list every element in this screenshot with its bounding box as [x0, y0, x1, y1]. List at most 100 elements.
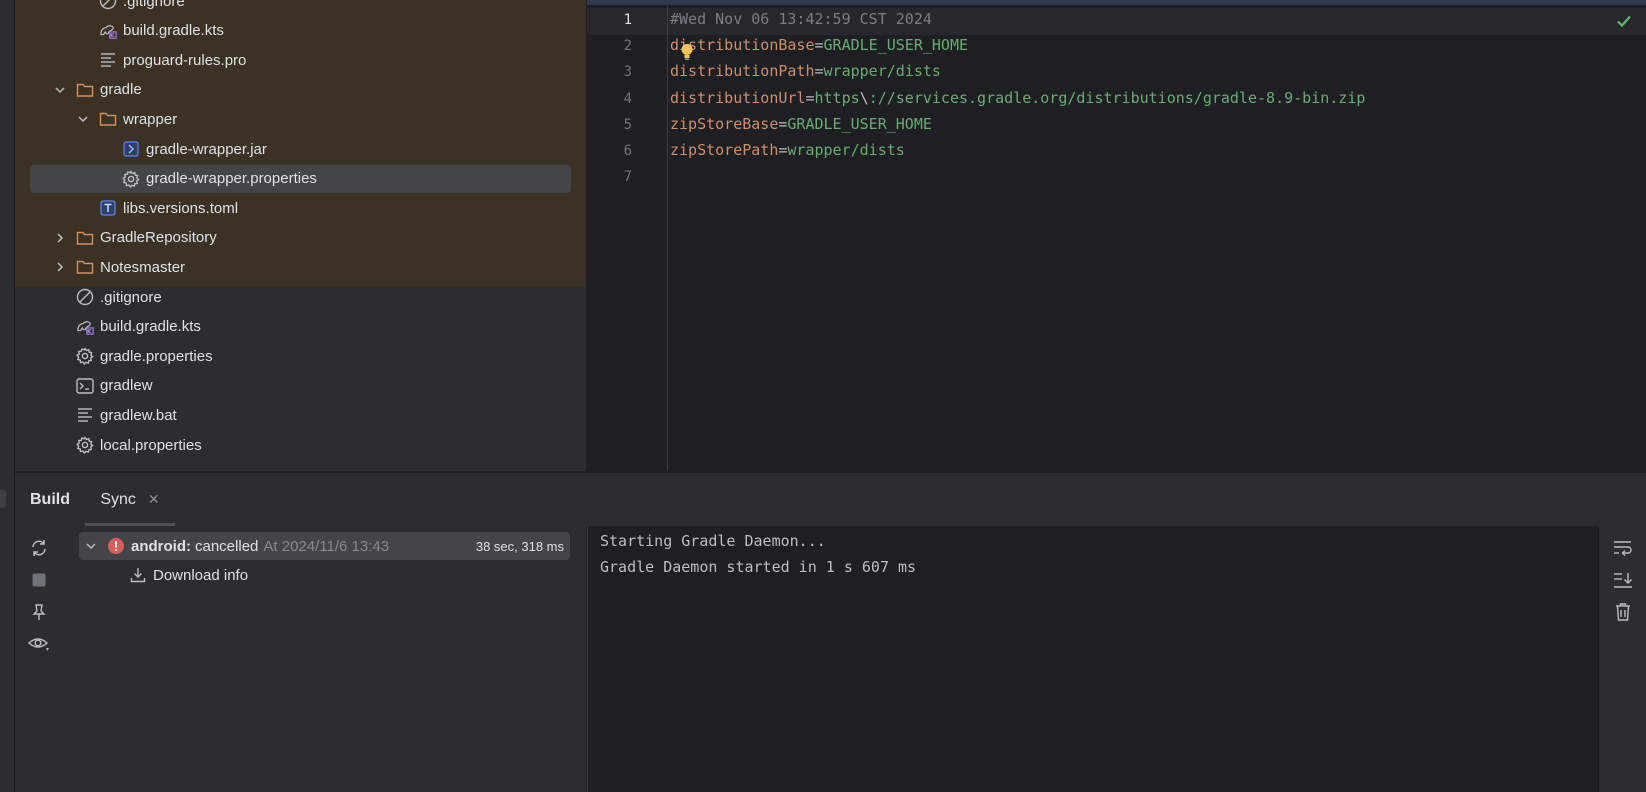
- code-line[interactable]: zipStorePath=wrapper/dists: [670, 141, 905, 159]
- soft-wrap-icon[interactable]: [1611, 536, 1635, 560]
- build-tree[interactable]: android: cancelled At 2024/11/6 13:43 38…: [62, 526, 586, 792]
- error-icon: [107, 537, 125, 555]
- toml-icon: [99, 199, 117, 217]
- line-number: 2: [623, 38, 632, 55]
- download-icon: [129, 566, 147, 584]
- build-duration: 38 sec, 318 ms: [475, 538, 564, 554]
- tree-item[interactable]: libs.versions.toml: [15, 193, 586, 223]
- tree-item[interactable]: proguard-rules.pro: [15, 45, 586, 75]
- tree-item[interactable]: .gitignore: [15, 282, 586, 312]
- line-number: 1: [623, 12, 632, 28]
- tree-item[interactable]: .gitignore: [15, 0, 586, 16]
- sync-icon[interactable]: [27, 536, 51, 560]
- editor-tab-indicator: [587, 0, 1646, 5]
- tree-item-label: proguard-rules.pro: [123, 51, 247, 69]
- text-file-icon: [99, 51, 117, 69]
- folder-icon: [76, 81, 94, 99]
- tree-item[interactable]: local.properties: [15, 430, 586, 460]
- code-line[interactable]: distributionPath=wrapper/dists: [670, 62, 941, 80]
- tree-item-label: gradle-wrapper.jar: [146, 140, 267, 158]
- build-console[interactable]: Starting Gradle Daemon... Gradle Daemon …: [587, 526, 1598, 792]
- property-value: GRADLE_USER_HOME: [823, 36, 969, 55]
- folder-icon: [99, 110, 117, 128]
- tree-item[interactable]: gradle.properties: [15, 341, 586, 371]
- equals-sign: =: [814, 62, 824, 81]
- chevron-right-icon[interactable]: [52, 259, 68, 275]
- eye-icon[interactable]: [27, 632, 51, 656]
- build-root-name: android:: [131, 537, 191, 555]
- tree-item-label: libs.versions.toml: [123, 199, 239, 217]
- tree-item[interactable]: gradlew.bat: [15, 400, 586, 430]
- tree-item-label: wrapper: [123, 110, 178, 128]
- tree-item[interactable]: gradle-wrapper.properties: [15, 164, 586, 194]
- property-key: zipStorePath: [670, 141, 779, 159]
- property-value: ://services.gradle.org/distributions/gra…: [868, 88, 1366, 107]
- scroll-to-end-icon[interactable]: [1611, 568, 1635, 592]
- property-value: https: [814, 88, 860, 107]
- terminal-icon: [76, 377, 94, 395]
- tree-item-label: build.gradle.kts: [100, 318, 201, 336]
- gear-icon: [76, 436, 94, 454]
- chevron-down-icon[interactable]: [83, 538, 99, 554]
- build-tree-child[interactable]: Download info: [79, 561, 570, 589]
- chevron-down-icon[interactable]: [75, 111, 91, 127]
- line-number: 4: [623, 90, 632, 107]
- code-comment: #Wed Nov 06 13:42:59 CST 2024: [670, 10, 932, 28]
- code-editor[interactable]: 1 #Wed Nov 06 13:42:59 CST 2024 2 distribut…: [587, 0, 1646, 471]
- stop-icon[interactable]: [27, 568, 51, 592]
- tree-item[interactable]: gradlew: [15, 371, 586, 401]
- code-line[interactable]: #Wed Nov 06 13:42:59 CST 2024: [670, 10, 932, 28]
- line-number: 3: [623, 64, 632, 81]
- close-icon[interactable]: ✕: [148, 491, 160, 508]
- line-number: 6: [623, 143, 632, 159]
- property-key: zipStoreBase: [670, 114, 779, 133]
- chevron-down-icon[interactable]: [52, 82, 68, 98]
- tree-item[interactable]: wrapper: [15, 104, 586, 134]
- escape-char: \: [859, 88, 869, 107]
- tree-item[interactable]: GradleRepository: [15, 223, 586, 253]
- equals-sign: =: [814, 36, 824, 55]
- tree-item[interactable]: gradle: [15, 75, 586, 105]
- project-tree[interactable]: .gitignore build.gradle.kts proguard-rules…: [15, 0, 586, 471]
- pin-icon[interactable]: [27, 600, 51, 624]
- tree-item-label: gradle: [100, 81, 142, 99]
- property-value: wrapper/dists: [787, 141, 905, 159]
- gutter-divider: [667, 0, 668, 471]
- line-number: 5: [623, 116, 632, 133]
- text-file-icon: [76, 406, 94, 424]
- code-line[interactable]: distributionUrl=https\://services.gradle…: [670, 89, 1365, 107]
- build-tree-root[interactable]: android: cancelled At 2024/11/6 13:43 38…: [79, 532, 570, 560]
- tree-item[interactable]: build.gradle.kts: [15, 312, 586, 342]
- left-tool-strip: [0, 0, 15, 792]
- property-value: GRADLE_USER_HOME: [787, 114, 932, 133]
- tree-item-label: gradlew: [100, 377, 153, 395]
- gear-icon: [122, 169, 140, 188]
- code-line[interactable]: zipStoreBase=GRADLE_USER_HOME: [670, 115, 932, 133]
- build-window-title: Build: [30, 490, 70, 508]
- folder-icon: [76, 258, 94, 276]
- tree-item[interactable]: Notesmaster: [15, 252, 586, 282]
- folder-icon: [76, 229, 94, 247]
- tree-item-label: build.gradle.kts: [123, 22, 224, 40]
- check-icon[interactable]: [1616, 14, 1632, 33]
- lightbulb-icon[interactable]: [680, 43, 694, 66]
- code-line[interactable]: distributionBase=GRADLE_USER_HOME: [670, 36, 968, 54]
- trash-icon[interactable]: [1611, 600, 1635, 624]
- property-value: wrapper/dists: [823, 62, 941, 81]
- chevron-right-icon[interactable]: [52, 230, 68, 246]
- tree-item-label: gradle-wrapper.properties: [146, 170, 317, 188]
- build-toolbar: [15, 526, 62, 792]
- tree-item[interactable]: build.gradle.kts: [15, 16, 586, 46]
- tool-strip-marker[interactable]: [0, 490, 6, 508]
- tree-item[interactable]: gradle-wrapper.jar: [15, 134, 586, 164]
- tab-sync[interactable]: Sync ✕: [85, 473, 175, 526]
- tree-item-label: GradleRepository: [100, 229, 217, 247]
- tree-item-label: gradle.properties: [100, 347, 213, 365]
